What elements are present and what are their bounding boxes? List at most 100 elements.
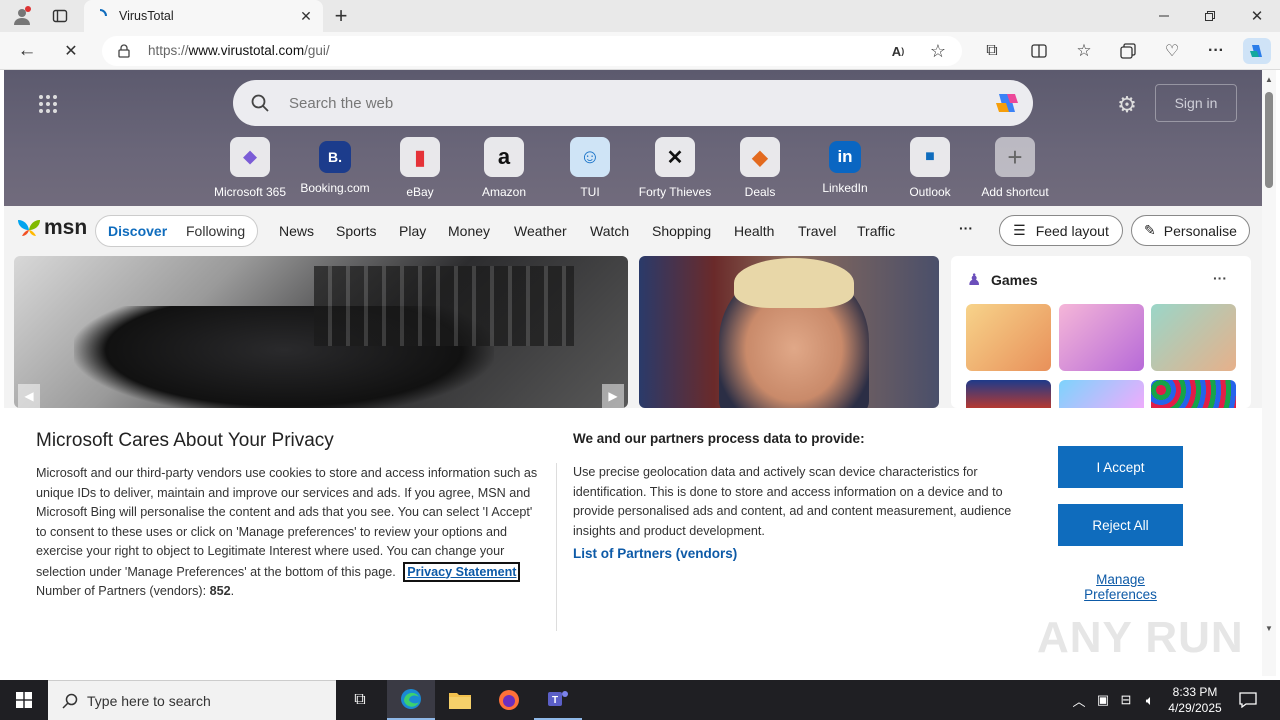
game-tile[interactable] <box>966 304 1051 371</box>
search-icon <box>60 691 80 711</box>
accept-button[interactable]: I Accept <box>1058 446 1183 488</box>
file-explorer-icon[interactable] <box>436 680 484 720</box>
firefox-icon[interactable] <box>485 680 533 720</box>
personalise-button[interactable]: ✎ Personalise <box>1131 215 1250 246</box>
tab-actions-icon[interactable] <box>46 4 74 28</box>
browser-essentials-icon[interactable]: ♡ <box>1160 39 1184 63</box>
shortcut-forty-thieves[interactable]: ✕ Forty Thieves <box>630 137 720 199</box>
collections-icon[interactable] <box>1116 39 1140 63</box>
hero-card-car[interactable]: ◀ ▶ <box>14 256 628 408</box>
msn-nav-bar: msn Discover Following News Sports Play … <box>4 206 1262 256</box>
restore-icon[interactable] <box>1196 4 1224 28</box>
clock[interactable]: 8:33 PM 4/29/2025 <box>1164 684 1226 716</box>
scroll-down-icon[interactable]: ▼ <box>1264 623 1274 633</box>
scroll-up-icon[interactable]: ▲ <box>1264 74 1274 84</box>
task-view-icon[interactable]: ⧉ <box>338 680 382 720</box>
web-search-box[interactable]: Search the web <box>233 80 1033 126</box>
data-purposes-title: We and our partners process data to prov… <box>573 431 865 446</box>
more-menu-icon[interactable]: ··· <box>1204 39 1228 63</box>
minimize-icon[interactable] <box>1150 4 1178 28</box>
edge-taskbar-icon[interactable] <box>387 680 435 720</box>
msn-butterfly-icon <box>18 220 40 236</box>
nav-watch[interactable]: Watch <box>590 223 629 239</box>
reject-all-button[interactable]: Reject All <box>1058 504 1183 546</box>
shortcut-microsoft-365[interactable]: ◆ Microsoft 365 <box>205 137 295 199</box>
volume-icon[interactable]: 🔈︎ <box>1139 680 1161 720</box>
shortcut-add[interactable]: + Add shortcut <box>970 137 1060 199</box>
shortcut-label: Add shortcut <box>981 185 1049 199</box>
read-aloud-icon[interactable]: A) <box>887 41 909 61</box>
nav-weather[interactable]: Weather <box>514 223 567 239</box>
close-window-icon[interactable]: ✕ <box>1243 4 1271 28</box>
nav-health[interactable]: Health <box>734 223 774 239</box>
lock-icon[interactable] <box>116 43 132 59</box>
apps-launcher-icon[interactable] <box>34 90 62 118</box>
game-tile[interactable] <box>966 380 1051 410</box>
vendors-list-link[interactable]: List of Partners (vendors) <box>573 546 737 561</box>
tab-discover[interactable]: Discover <box>108 223 167 239</box>
game-tile[interactable] <box>1151 380 1236 410</box>
extensions-icon[interactable]: ⧉ <box>980 39 1004 63</box>
carousel-next-icon[interactable]: ▶ <box>602 384 624 408</box>
shortcut-linkedin[interactable]: in LinkedIn <box>800 137 890 195</box>
game-tile[interactable] <box>1059 304 1144 371</box>
teams-icon[interactable]: T <box>534 680 582 720</box>
nav-money[interactable]: Money <box>448 223 490 239</box>
shortcut-outlook[interactable]: ■ Outlook <box>885 137 975 199</box>
copilot-search-icon[interactable] <box>991 87 1023 119</box>
favorites-icon[interactable]: ☆ <box>1072 39 1096 63</box>
address-field[interactable]: https://www.virustotal.com/gui/ A) ☆ <box>102 36 962 66</box>
carousel-prev-icon[interactable]: ◀ <box>18 384 40 408</box>
settings-gear-icon[interactable]: ⚙ <box>1114 92 1140 118</box>
nav-shopping[interactable]: Shopping <box>652 223 711 239</box>
copilot-icon[interactable] <box>1243 38 1271 64</box>
microsoft-365-icon: ◆ <box>230 137 270 177</box>
nav-sports[interactable]: Sports <box>336 223 376 239</box>
nav-traffic[interactable]: Traffic <box>857 223 895 239</box>
shortcut-booking[interactable]: B. Booking.com <box>290 137 380 195</box>
amazon-icon: a <box>484 137 524 177</box>
feed-tab-group: Discover Following <box>95 215 258 247</box>
favorite-star-icon[interactable]: ☆ <box>927 41 949 61</box>
tab-title: VirusTotal <box>119 9 174 23</box>
msn-logo[interactable]: msn <box>16 216 87 240</box>
tray-overflow-icon[interactable]: ︿ <box>1068 680 1090 720</box>
shortcut-tui[interactable]: ☺ TUI <box>545 137 635 199</box>
back-icon[interactable]: ← <box>14 39 40 63</box>
device-icon[interactable]: ▣ <box>1093 680 1113 720</box>
sign-in-button[interactable]: Sign in <box>1155 84 1237 122</box>
games-more-icon[interactable]: ··· <box>1213 270 1227 286</box>
nav-play[interactable]: Play <box>399 223 426 239</box>
tab-virustotal[interactable]: VirusTotal ✕ <box>84 0 323 32</box>
shortcut-amazon[interactable]: a Amazon <box>459 137 549 199</box>
tab-following[interactable]: Following <box>186 223 245 239</box>
split-screen-icon[interactable] <box>1027 39 1051 63</box>
network-icon[interactable]: ⊟ <box>1115 680 1137 720</box>
booking-icon: B. <box>319 141 351 173</box>
close-tab-icon[interactable]: ✕ <box>297 7 315 25</box>
stop-loading-icon[interactable]: ✕ <box>58 39 84 63</box>
nav-news[interactable]: News <box>279 223 314 239</box>
notifications-icon[interactable] <box>1236 680 1260 720</box>
privacy-statement-link[interactable]: Privacy Statement <box>403 561 521 582</box>
nav-more-icon[interactable]: ··· <box>959 220 973 236</box>
shortcut-label: Microsoft 365 <box>213 185 287 199</box>
url-host: www.virustotal.com <box>188 43 305 58</box>
tui-icon: ☺ <box>570 137 610 177</box>
new-tab-icon[interactable]: + <box>330 3 352 28</box>
scrollbar[interactable]: ▲ ▼ <box>1262 70 1276 676</box>
taskbar-search-box[interactable]: Type here to search <box>48 680 336 720</box>
news-card-photo[interactable] <box>639 256 939 408</box>
shortcut-deals[interactable]: ◆ Deals <box>715 137 805 199</box>
shortcut-ebay[interactable]: ▮ eBay <box>375 137 465 199</box>
msn-logo-text: msn <box>44 216 88 239</box>
windows-start-icon[interactable] <box>0 680 48 720</box>
scroll-thumb[interactable] <box>1265 92 1273 188</box>
manage-preferences-link[interactable]: Manage Preferences <box>1058 572 1183 602</box>
feed-layout-button[interactable]: ☰ Feed layout <box>999 215 1123 246</box>
game-tile[interactable] <box>1059 380 1144 410</box>
profile-icon[interactable] <box>8 4 36 28</box>
hair-image <box>734 258 854 308</box>
game-tile[interactable] <box>1151 304 1236 371</box>
nav-travel[interactable]: Travel <box>798 223 836 239</box>
